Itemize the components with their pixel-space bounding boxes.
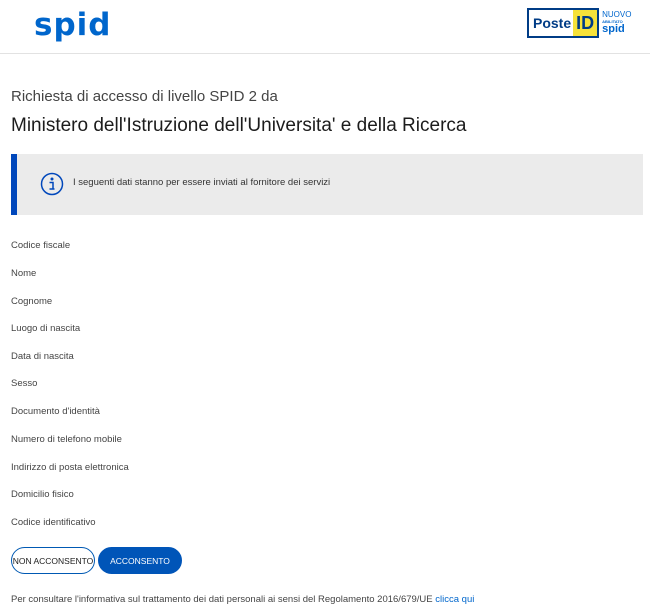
info-icon [40, 172, 64, 196]
header-bar: spid Poste ID NUOVO ABILITATO spid [0, 0, 650, 54]
field-domicilio-fisico: Domicilio fisico [11, 489, 74, 500]
field-nome: Nome [11, 268, 37, 279]
info-text: I seguenti dati stanno per essere inviat… [73, 177, 331, 188]
spid-logo: spid [34, 7, 112, 43]
poste-label: Poste [533, 15, 572, 31]
privacy-note: Per consultare l'informativa sul trattam… [11, 594, 474, 605]
field-documento-identita: Documento d'identità [11, 406, 100, 417]
poste-nuovo-label: NUOVO [602, 10, 632, 19]
field-codice-fiscale: Codice fiscale [11, 240, 71, 251]
field-luogo-nascita: Luogo di nascita [11, 323, 81, 334]
privacy-link[interactable]: clicca qui [435, 594, 474, 605]
field-sesso: Sesso [11, 378, 38, 389]
poste-id-badge: Poste ID NUOVO ABILITATO spid [527, 8, 633, 38]
field-telefono-mobile: Numero di telefono mobile [11, 434, 122, 445]
info-banner: I seguenti dati stanno per essere inviat… [11, 154, 643, 215]
field-email: Indirizzo di posta elettronica [11, 462, 129, 473]
poste-id-label: ID [576, 12, 595, 33]
accept-button[interactable]: ACCONSENTO [98, 547, 182, 574]
poste-spid-label: spid [602, 23, 625, 35]
field-data-nascita: Data di nascita [11, 351, 74, 362]
deny-button[interactable]: NON ACCONSENTO [11, 547, 95, 574]
privacy-note-text: Per consultare l'informativa sul trattam… [11, 594, 433, 605]
field-codice-identificativo: Codice identificativo [11, 517, 96, 528]
service-provider-name: Ministero dell'Istruzione dell'Universit… [11, 115, 467, 136]
field-cognome: Cognome [11, 296, 53, 307]
request-title: Richiesta di accesso di livello SPID 2 d… [11, 88, 278, 105]
